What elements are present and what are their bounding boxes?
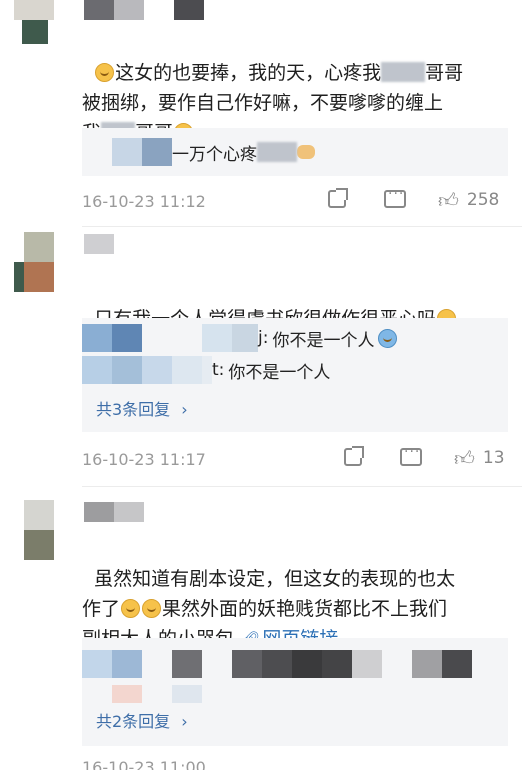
thumbs-up-icon: 👍︎ bbox=[438, 188, 459, 212]
reply-item[interactable]: j: 你不是一个人 bbox=[82, 324, 398, 352]
chevron-right-icon: › bbox=[181, 400, 188, 419]
reply-text: 一万个心疼 bbox=[172, 144, 257, 165]
share-button[interactable] bbox=[328, 188, 348, 208]
avatar[interactable] bbox=[14, 500, 54, 560]
comment-icon bbox=[384, 186, 406, 208]
reply-text: 你不是一个人 bbox=[272, 330, 375, 351]
share-icon bbox=[328, 188, 348, 208]
smile-emoji-icon bbox=[142, 599, 162, 618]
avatar[interactable] bbox=[14, 0, 54, 44]
like-count: 13 bbox=[482, 448, 505, 468]
username[interactable] bbox=[84, 234, 114, 254]
smile-emoji-icon bbox=[95, 63, 115, 82]
comment-text: 虽然知道有剧本设定，但这女的表现的也太作了果然外面的妖艳贱货都比不上我们副相大人… bbox=[82, 534, 512, 655]
avatar[interactable] bbox=[14, 232, 54, 292]
username[interactable] bbox=[84, 502, 144, 522]
share-icon bbox=[344, 446, 364, 466]
comment-meta: 16-10-23 11:00 bbox=[82, 758, 512, 770]
comment-meta: 16-10-23 11:12 👍︎ 258 bbox=[82, 186, 512, 214]
timestamp: 16-10-23 11:12 bbox=[82, 192, 206, 211]
reply-list[interactable]: j: 你不是一个人 t: 你不是一个人 共3条回复 › bbox=[82, 318, 508, 432]
like-count: 258 bbox=[466, 190, 500, 210]
comment-button[interactable] bbox=[400, 444, 422, 466]
like-button[interactable]: 👍︎ 13 bbox=[454, 448, 505, 468]
reply-preview[interactable]: 一万个心疼 bbox=[82, 128, 508, 176]
timestamp: 16-10-23 11:00 bbox=[82, 758, 206, 770]
username[interactable] bbox=[84, 0, 204, 20]
divider bbox=[82, 226, 522, 227]
comment-meta: 16-10-23 11:17 👍︎ 13 bbox=[82, 444, 512, 472]
reply-item[interactable] bbox=[82, 650, 472, 678]
hands-emoji-icon bbox=[297, 145, 315, 159]
timestamp: 16-10-23 11:17 bbox=[82, 450, 206, 469]
smile-emoji-icon bbox=[121, 599, 141, 618]
share-button[interactable] bbox=[344, 446, 364, 466]
chevron-right-icon: › bbox=[181, 712, 188, 731]
like-button[interactable]: 👍︎ 258 bbox=[438, 190, 499, 210]
view-more-replies-link[interactable]: 共3条回复 › bbox=[96, 396, 188, 420]
reply-text: 你不是一个人 bbox=[228, 362, 331, 383]
emoji-icon bbox=[378, 328, 398, 348]
divider bbox=[82, 486, 522, 487]
thumbs-up-icon: 👍︎ bbox=[454, 446, 475, 470]
view-more-replies-link[interactable]: 共2条回复 › bbox=[96, 708, 188, 732]
comment-button[interactable] bbox=[384, 186, 406, 208]
comment-icon bbox=[400, 444, 422, 466]
reply-item[interactable]: t: 你不是一个人 bbox=[82, 356, 330, 384]
reply-list[interactable]: 共2条回复 › bbox=[82, 638, 508, 746]
